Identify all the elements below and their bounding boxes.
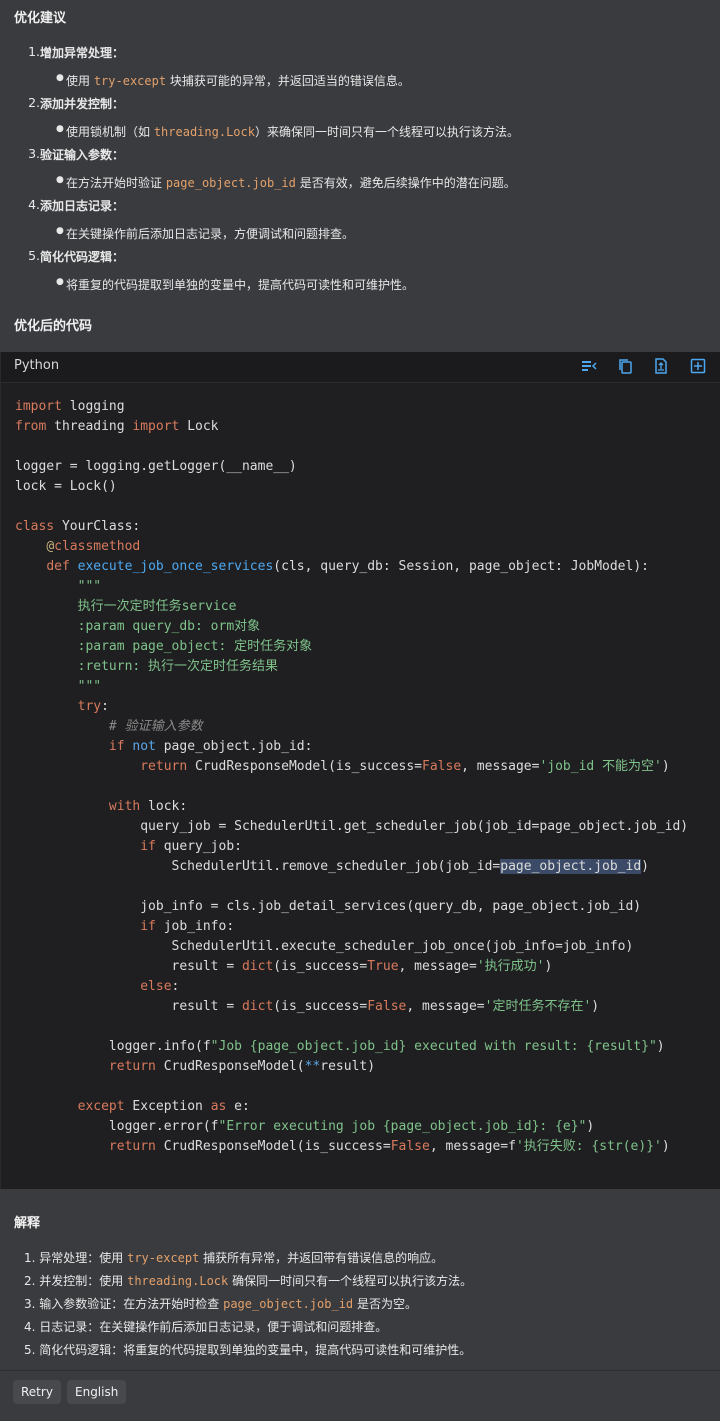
list-item: 1. 异常处理：使用 try-except 捕获所有异常，并返回带有错误信息的响…: [24, 1251, 444, 1265]
insert-icon[interactable]: [690, 358, 706, 374]
list-bullet: ● 在方法开始时验证 page_object.job_id 是否有效，避免后续操作…: [56, 175, 516, 190]
assistant-message: 优化建议 1. 增加异常处理： ● 使用 try-except 块捕获可能的异常，…: [0, 0, 720, 1421]
english-button[interactable]: English: [67, 1380, 127, 1404]
list-bullet: ● 在关键操作前后添加日志记录，方便调试和问题排查。: [56, 226, 355, 241]
list-bullet: ● 将重复的代码提取到单独的变量中，提高代码可读性和可维护性。: [56, 277, 415, 292]
bullet-icon: ●: [56, 73, 64, 83]
list-bullet: ● 使用 try-except 块捕获可能的异常，并返回适当的错误信息。: [56, 73, 410, 88]
divider: [0, 1370, 720, 1371]
optimized-code-heading: 优化后的代码: [14, 319, 93, 334]
bullet-icon: ●: [56, 226, 64, 236]
list-bullet: ● 使用锁机制（如 threading.Lock）来确保同一时间只有一个线程可以执…: [56, 124, 519, 139]
code-content: import logging from threading import Loc…: [15, 399, 689, 1154]
explain-heading: 解释: [14, 1216, 41, 1231]
list-item: 2. 并发控制：使用 threading.Lock 确保同一时间只有一个线程可以…: [24, 1274, 473, 1288]
bullet-icon: ●: [56, 175, 64, 185]
code-block: Python import logging from threading imp…: [0, 352, 720, 1189]
retry-button[interactable]: Retry: [13, 1380, 61, 1404]
export-icon[interactable]: [653, 358, 669, 374]
code-language-label: Python: [14, 358, 60, 373]
list-item: 5. 简化代码逻辑：将重复的代码提取到单独的变量中，提高代码可读性和可维护性。: [24, 1343, 472, 1357]
suggestions-heading: 优化建议: [14, 11, 67, 26]
list-item: 4. 日志记录：在关键操作前后添加日志记录，便于调试和问题排查。: [24, 1320, 388, 1334]
copy-icon[interactable]: [618, 358, 634, 374]
list-item: 3. 输入参数验证：在方法开始时检查 page_object.job_id 是否…: [24, 1297, 417, 1311]
bullet-icon: ●: [56, 277, 64, 287]
code-block-header: Python: [1, 352, 720, 383]
bullet-icon: ●: [56, 124, 64, 134]
wrap-icon[interactable]: [581, 358, 597, 374]
